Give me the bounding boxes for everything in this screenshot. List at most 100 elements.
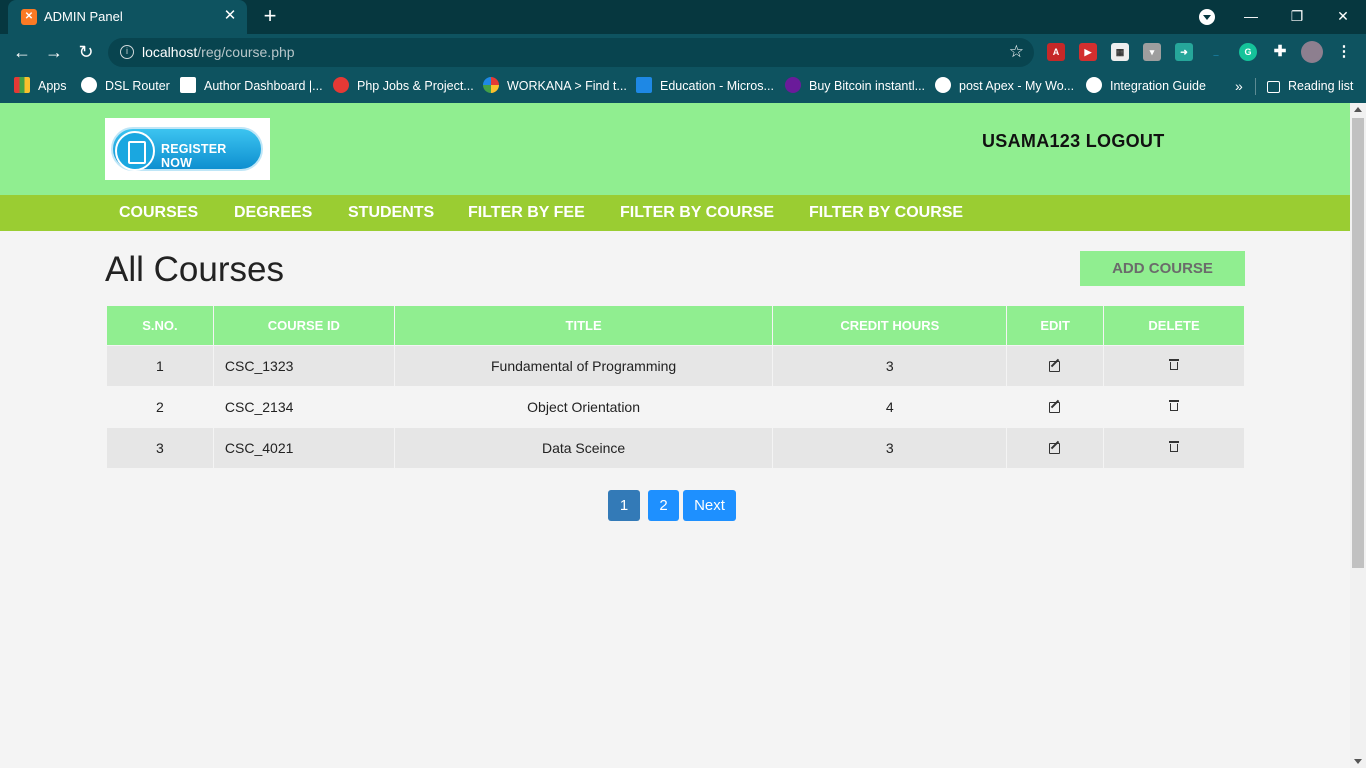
cell-edit — [1006, 345, 1105, 387]
cell-course-id: CSC_4021 — [212, 427, 395, 469]
workana-icon — [483, 77, 499, 93]
reading-list-icon — [1267, 81, 1280, 93]
pagination-page-1[interactable]: 1 — [608, 490, 640, 521]
profile-avatar[interactable] — [1301, 41, 1323, 63]
trash-icon[interactable] — [1169, 441, 1180, 453]
page-scrollbar[interactable] — [1350, 103, 1366, 768]
reading-list-button[interactable]: Reading list — [1267, 77, 1353, 95]
table-header-row: S.NO. COURSE ID TITLE CREDIT HOURS EDIT … — [106, 305, 1245, 346]
reading-list-label: Reading list — [1288, 79, 1354, 93]
tab-search-icon[interactable] — [1199, 9, 1215, 25]
globe-icon — [81, 77, 97, 93]
nav-students[interactable]: STUDENTS — [348, 204, 434, 222]
scrollbar-thumb[interactable] — [1352, 118, 1364, 568]
url-path: /reg/course.php — [197, 44, 295, 60]
bookmarks-overflow-icon[interactable]: » — [1235, 77, 1243, 95]
trash-icon[interactable] — [1169, 400, 1180, 412]
back-icon[interactable]: ← — [10, 40, 34, 64]
cell-title: Fundamental of Programming — [393, 345, 774, 387]
php-jobs-icon — [333, 77, 349, 93]
bookmark-label: Php Jobs & Project... — [357, 79, 474, 93]
nav-filter-by-course-2[interactable]: FILTER BY COURSE — [809, 204, 963, 222]
xampp-icon: ✕ — [21, 9, 37, 25]
logo-text: REGISTER NOW — [161, 142, 227, 170]
bookmark-buy-bitcoin[interactable]: Buy Bitcoin instantl... — [785, 77, 925, 95]
forward-icon[interactable]: → — [42, 40, 66, 64]
courses-table: S.NO. COURSE ID TITLE CREDIT HOURS EDIT … — [106, 305, 1245, 469]
new-tab-icon[interactable]: + — [258, 4, 282, 28]
nav-degrees[interactable]: DEGREES — [234, 204, 312, 222]
register-now-logo[interactable]: REGISTER NOW — [105, 118, 270, 180]
browser-tab[interactable]: ✕ ADMIN Panel ✕ — [8, 0, 247, 34]
cell-edit — [1006, 386, 1105, 428]
globe-icon — [935, 77, 951, 93]
cell-edit — [1006, 427, 1105, 469]
cell-course-id: CSC_2134 — [212, 386, 395, 428]
bookmark-label: Education - Micros... — [660, 79, 774, 93]
extension-line-icon[interactable]: _ — [1207, 43, 1225, 61]
site-header: REGISTER NOW USAMA123 LOGOUT — [0, 103, 1350, 195]
extensions-puzzle-icon[interactable]: ✚ — [1271, 43, 1289, 61]
bookmark-education-microsoft[interactable]: Education - Micros... — [636, 77, 774, 95]
bookmark-author-dashboard[interactable]: Author Dashboard |... — [180, 77, 323, 95]
col-sno: S.NO. — [106, 305, 214, 346]
table-row: 3 CSC_4021 Data Sceince 3 — [106, 427, 1245, 469]
close-window-icon[interactable]: ✕ — [1320, 0, 1366, 32]
pagination-next[interactable]: Next — [683, 490, 736, 521]
pagination-page-2[interactable]: 2 — [648, 490, 679, 521]
apps-grid-icon — [14, 77, 30, 93]
tab-close-icon[interactable]: ✕ — [221, 7, 239, 25]
bookmark-php-jobs[interactable]: Php Jobs & Project... — [333, 77, 474, 95]
nav-courses[interactable]: COURSES — [119, 204, 198, 222]
browser-toolbar: ← → ↻ i localhost/reg/course.php ☆ A ▶ ▦… — [0, 34, 1366, 70]
bookmarks-bar: Apps DSL Router Author Dashboard |... Ph… — [0, 70, 1366, 103]
table-row: 2 CSC_2134 Object Orientation 4 — [106, 386, 1245, 428]
site-info-icon[interactable]: i — [120, 45, 134, 59]
trash-icon[interactable] — [1169, 359, 1180, 371]
scroll-up-icon[interactable] — [1354, 107, 1362, 112]
bookmark-label: Buy Bitcoin instantl... — [809, 79, 926, 93]
extension-dropdown-icon[interactable]: ▾ — [1143, 43, 1161, 61]
edit-icon[interactable] — [1049, 441, 1061, 454]
cell-credit-hours: 3 — [772, 345, 1008, 387]
main-nav: COURSES DEGREES STUDENTS FILTER BY FEE F… — [0, 195, 1350, 231]
edit-icon[interactable] — [1049, 400, 1061, 413]
cell-delete — [1103, 386, 1245, 428]
bookmark-star-icon[interactable]: ☆ — [1009, 42, 1024, 62]
col-edit: EDIT — [1006, 305, 1105, 346]
cell-sno: 3 — [106, 427, 214, 469]
logout-link[interactable]: USAMA123 LOGOUT — [982, 131, 1165, 152]
minimize-icon[interactable]: — — [1228, 0, 1274, 32]
cell-title: Data Sceince — [393, 427, 774, 469]
register-form-icon — [115, 131, 155, 171]
reload-icon[interactable]: ↻ — [74, 40, 98, 64]
restore-icon[interactable]: ❐ — [1274, 0, 1320, 32]
address-bar[interactable]: i localhost/reg/course.php ☆ — [108, 38, 1034, 67]
browser-menu-icon[interactable]: ⋮ — [1335, 43, 1353, 61]
scroll-down-icon[interactable] — [1354, 759, 1362, 764]
page-title: All Courses — [105, 250, 284, 289]
bookmark-workana[interactable]: WORKANA > Find t... — [483, 77, 627, 95]
bookmark-integration-guide[interactable]: Integration Guide — [1086, 77, 1206, 95]
browser-tab-bar: ✕ ADMIN Panel ✕ + — ❐ ✕ — [0, 0, 1366, 34]
azure-icon — [636, 77, 652, 93]
extension-media-icon[interactable]: ▶ — [1079, 43, 1097, 61]
nav-filter-by-course[interactable]: FILTER BY COURSE — [620, 204, 774, 222]
bookmark-dsl-router[interactable]: DSL Router — [81, 77, 170, 95]
edit-icon[interactable] — [1049, 359, 1061, 372]
extension-abp-icon[interactable]: A — [1047, 43, 1065, 61]
extension-qr-icon[interactable]: ▦ — [1111, 43, 1129, 61]
logo-pill: REGISTER NOW — [111, 127, 263, 171]
add-course-button[interactable]: ADD COURSE — [1080, 251, 1245, 286]
bookmark-apps[interactable]: Apps — [14, 77, 67, 95]
cell-credit-hours: 3 — [772, 427, 1008, 469]
bookmarks-divider — [1255, 78, 1256, 95]
nav-filter-by-fee[interactable]: FILTER BY FEE — [468, 204, 585, 222]
cell-course-id: CSC_1323 — [212, 345, 395, 387]
bookmark-post-apex[interactable]: post Apex - My Wo... — [935, 77, 1074, 95]
extension-share-icon[interactable]: ➜ — [1175, 43, 1193, 61]
page-content: REGISTER NOW USAMA123 LOGOUT COURSES DEG… — [0, 103, 1350, 768]
cell-sno: 2 — [106, 386, 214, 428]
grammarly-icon[interactable]: G — [1239, 43, 1257, 61]
url-host: localhost — [142, 44, 198, 60]
